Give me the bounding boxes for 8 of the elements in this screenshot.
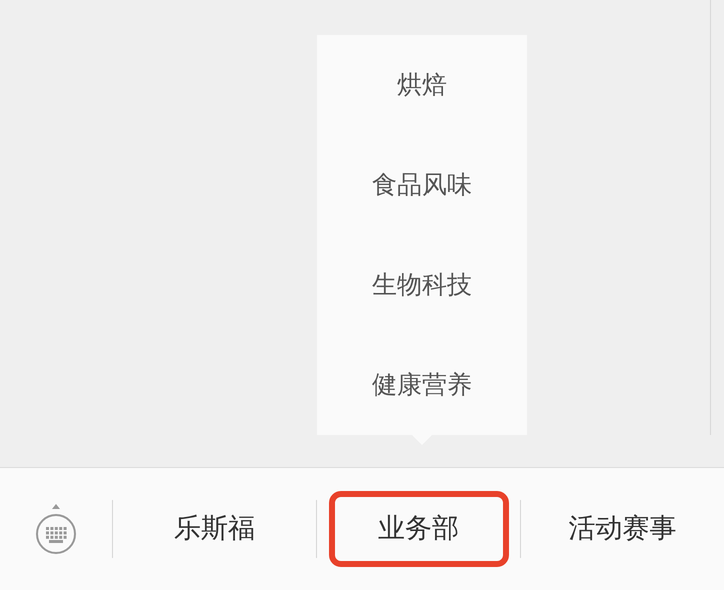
submenu-item[interactable]: 健康营养: [317, 335, 527, 435]
submenu-item[interactable]: 烘焙: [317, 35, 527, 135]
submenu-item[interactable]: 生物科技: [317, 235, 527, 335]
menu-tab[interactable]: 业务部: [328, 491, 508, 567]
keyboard-toggle-icon[interactable]: [35, 503, 77, 555]
submenu-item[interactable]: 食品风味: [317, 135, 527, 235]
menu-tab[interactable]: 乐斯福: [124, 491, 304, 567]
menu-tab[interactable]: 活动赛事: [532, 491, 712, 567]
